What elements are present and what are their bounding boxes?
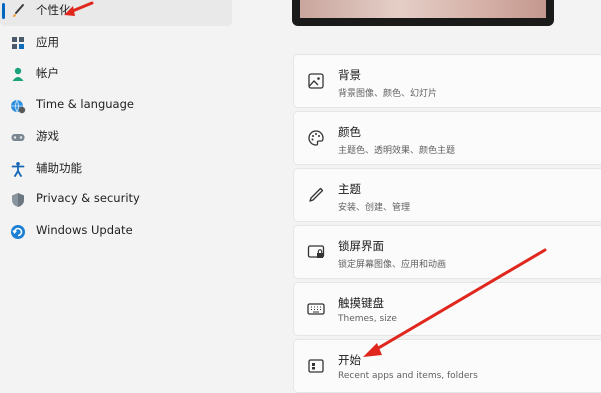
shield-icon: [12, 193, 24, 207]
gamepad-icon: [11, 134, 25, 141]
sidebar-item-time-language[interactable]: Time & language: [0, 91, 232, 121]
palette-icon: [308, 130, 324, 146]
brush-icon: [13, 4, 24, 17]
card-colors[interactable]: 颜色 主题色、透明效果、颜色主题: [293, 111, 601, 165]
card-touch-keyboard[interactable]: 触摸键盘 Themes, size: [293, 282, 601, 336]
card-subtitle: 安装、创建、管理: [338, 203, 411, 213]
person-icon: [12, 67, 24, 81]
card-start[interactable]: 开始 Recent apps and items, folders: [293, 339, 601, 393]
card-background[interactable]: 背景 背景图像、颜色、幻灯片: [293, 54, 601, 108]
card-subtitle: Themes, size: [338, 314, 397, 324]
sidebar-item-label: Time & language: [36, 97, 134, 111]
selection-indicator: [2, 3, 5, 19]
card-title: 背景: [338, 68, 361, 82]
sidebar-item-apps[interactable]: 应用: [0, 28, 232, 58]
theme-preview: [292, 0, 554, 26]
update-icon: [11, 225, 25, 239]
card-title: 颜色: [338, 125, 361, 139]
pen-icon: [309, 187, 324, 202]
sidebar-item-label: Windows Update: [36, 223, 133, 237]
card-subtitle: 背景图像、颜色、幻灯片: [338, 89, 438, 99]
card-subtitle: 锁定屏幕图像、应用和动画: [338, 260, 447, 270]
sidebar-item-label: Privacy & security: [36, 191, 140, 205]
card-title: 主题: [338, 182, 361, 196]
sidebar-item-personalization[interactable]: 个性化: [0, 0, 232, 26]
sidebar-item-label: 应用: [36, 35, 59, 49]
sidebar-item-accessibility[interactable]: 辅助功能: [0, 154, 232, 184]
sidebar-item-label: 辅助功能: [36, 161, 82, 175]
card-title: 触摸键盘: [338, 296, 384, 310]
start-icon: [308, 359, 324, 373]
settings-sidebar: 个性化 应用 帐户 Time & language 游戏 辅助功能 Privac…: [0, 0, 250, 386]
sidebar-item-windows-update[interactable]: Windows Update: [0, 217, 232, 247]
apps-icon: [12, 37, 24, 49]
sidebar-item-accounts[interactable]: 帐户: [0, 59, 232, 89]
card-lock-screen[interactable]: 锁屏界面 锁定屏幕图像、应用和动画: [293, 225, 601, 279]
card-title: 开始: [338, 353, 361, 367]
sidebar-item-privacy-security[interactable]: Privacy & security: [0, 185, 232, 215]
card-subtitle: 主题色、透明效果、颜色主题: [338, 146, 456, 156]
globe-clock-icon: [11, 99, 26, 114]
sidebar-item-label: 游戏: [36, 129, 59, 143]
sidebar-item-gaming[interactable]: 游戏: [0, 122, 232, 152]
lock-screen-icon: [307, 245, 325, 258]
accessibility-icon: [11, 162, 25, 177]
keyboard-icon: [307, 303, 325, 315]
sidebar-item-label: 个性化: [36, 3, 71, 17]
personalization-pane: 背景 背景图像、颜色、幻灯片 颜色 主题色、透明效果、颜色主题 主题 安装、创建…: [290, 0, 601, 393]
card-subtitle: Recent apps and items, folders: [338, 371, 478, 381]
card-themes[interactable]: 主题 安装、创建、管理: [293, 168, 601, 222]
wallpaper-preview: [300, 0, 546, 18]
image-icon: [308, 73, 324, 89]
card-title: 锁屏界面: [338, 239, 384, 253]
sidebar-item-label: 帐户: [36, 66, 59, 80]
